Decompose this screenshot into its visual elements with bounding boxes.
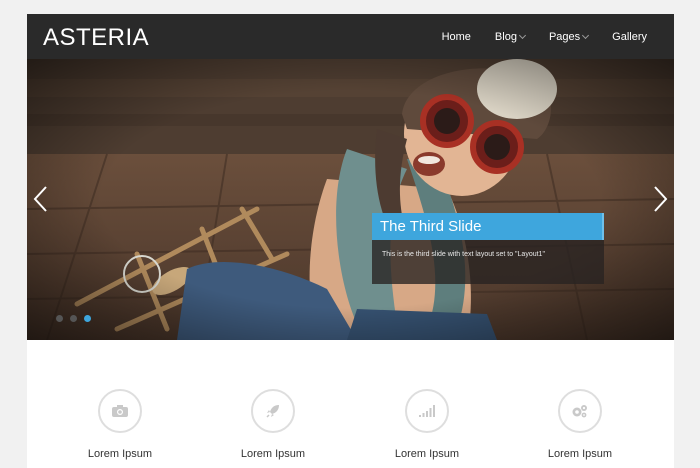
slider-prev-button[interactable] (31, 184, 51, 214)
feature-item-4: Lorem Ipsum (520, 389, 640, 460)
slide-caption: The Third Slide This is the third slide … (372, 213, 604, 284)
feature-title: Lorem Ipsum (87, 448, 153, 460)
feature-item-1: Lorem Ipsum (60, 389, 180, 460)
nav-gallery[interactable]: Gallery (600, 14, 674, 59)
feature-icon-circle[interactable] (558, 389, 602, 433)
feature-icon-circle[interactable] (405, 389, 449, 433)
camera-icon (112, 405, 128, 417)
chevron-down-icon (518, 31, 526, 40)
site-logo[interactable]: ASTERIA (43, 24, 149, 52)
rocket-icon (266, 405, 279, 418)
signal-icon (419, 405, 435, 417)
nav-blog[interactable]: Blog (483, 14, 537, 59)
chevron-right-icon (654, 186, 668, 212)
caption-title: The Third Slide (372, 213, 604, 240)
slider-dot-3[interactable] (84, 315, 91, 322)
feature-title: Lorem Ipsum (547, 448, 613, 460)
caption-text: This is the third slide with text layout… (372, 240, 604, 284)
chevron-left-icon (33, 186, 47, 212)
slider-pagination (56, 315, 91, 322)
nav-home-label: Home (441, 30, 471, 43)
feature-icon-circle[interactable] (98, 389, 142, 433)
feature-item-2: Lorem Ipsum (213, 389, 333, 460)
slider-dot-2[interactable] (70, 315, 77, 322)
nav-gallery-label: Gallery (612, 30, 647, 43)
chevron-down-icon (582, 31, 590, 40)
slide-image (27, 59, 674, 340)
nav-home[interactable]: Home (430, 14, 483, 59)
feature-title: Lorem Ipsum (394, 448, 460, 460)
slider-next-button[interactable] (650, 184, 670, 214)
feature-title: Lorem Ipsum (240, 448, 306, 460)
features-section: Lorem Ipsum Lorem Ipsum Lorem Ipsum Lore… (27, 340, 674, 468)
feature-icon-circle[interactable] (251, 389, 295, 433)
site-header: ASTERIA Home Blog Pages Gallery (27, 14, 674, 59)
nav-blog-label: Blog (494, 30, 517, 43)
feature-item-3: Lorem Ipsum (367, 389, 487, 460)
gears-icon (572, 405, 587, 418)
nav-pages-label: Pages (548, 30, 581, 43)
nav-pages[interactable]: Pages (537, 14, 600, 59)
main-nav: Home Blog Pages Gallery (430, 14, 674, 59)
slider-dot-1[interactable] (56, 315, 63, 322)
site-container: ASTERIA Home Blog Pages Gallery The Thir… (27, 14, 674, 468)
hero-slider: The Third Slide This is the third slide … (27, 59, 674, 340)
